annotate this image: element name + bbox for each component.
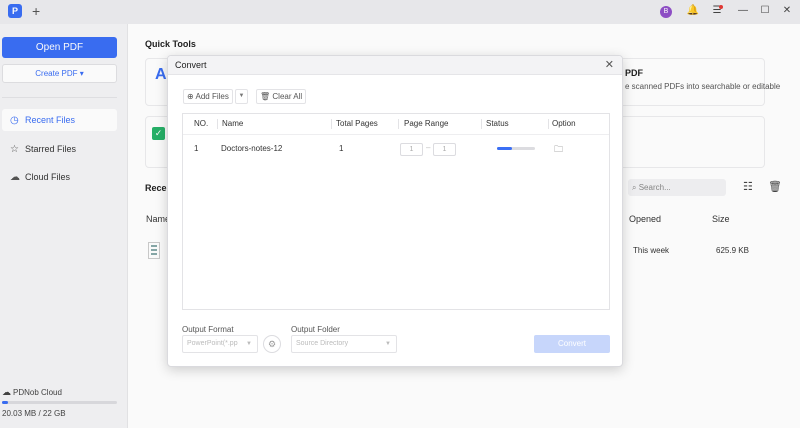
plus-icon: ⊕ (187, 92, 194, 101)
column-separator (331, 119, 332, 129)
convert-dialog: Convert ✕ ⊕ Add Files ▼ 🗑 Clear All NO. … (167, 55, 623, 367)
header-total-pages: Total Pages (336, 119, 378, 128)
add-files-button[interactable]: ⊕ Add Files (183, 89, 233, 104)
conversion-progress-fill (497, 147, 513, 150)
output-format-select[interactable]: PowerPoint(*.pp ▼ (182, 335, 258, 353)
column-separator (548, 119, 549, 129)
output-format-label: Output Format (182, 325, 234, 334)
column-separator (217, 119, 218, 129)
gear-icon[interactable]: ⚙ (263, 335, 281, 353)
row-no: 1 (194, 144, 199, 153)
close-icon[interactable]: ✕ (605, 58, 614, 71)
file-table: NO. Name Total Pages Page Range Status O… (182, 113, 610, 310)
conversion-progress-bar (497, 147, 535, 150)
header-name: Name (222, 119, 244, 128)
convert-button[interactable]: Convert (534, 335, 610, 353)
add-files-dropdown[interactable]: ▼ (235, 89, 248, 104)
header-no: NO. (194, 119, 209, 128)
page-range-to-input[interactable]: 1 (433, 143, 456, 156)
header-option: Option (552, 119, 576, 128)
dialog-title: Convert (175, 60, 207, 70)
chevron-down-icon: ▼ (246, 341, 252, 347)
column-separator (481, 119, 482, 129)
header-page-range: Page Range (404, 119, 449, 128)
clear-all-button[interactable]: 🗑 Clear All (256, 89, 307, 104)
page-range-dash: – (426, 143, 431, 152)
row-total-pages: 1 (339, 144, 344, 153)
trash-icon: 🗑 (260, 92, 271, 101)
chevron-down-icon: ▼ (385, 341, 391, 347)
output-folder-select[interactable]: Source Directory ▼ (291, 335, 397, 353)
header-divider (183, 134, 609, 135)
row-file-name: Doctors-notes-12 (221, 144, 283, 153)
folder-icon[interactable]: 🗀 (554, 142, 563, 158)
page-range-from-input[interactable]: 1 (400, 143, 423, 156)
output-folder-label: Output Folder (291, 325, 340, 334)
header-status: Status (486, 119, 509, 128)
dialog-header: Convert ✕ (168, 56, 622, 75)
column-separator (398, 119, 399, 129)
